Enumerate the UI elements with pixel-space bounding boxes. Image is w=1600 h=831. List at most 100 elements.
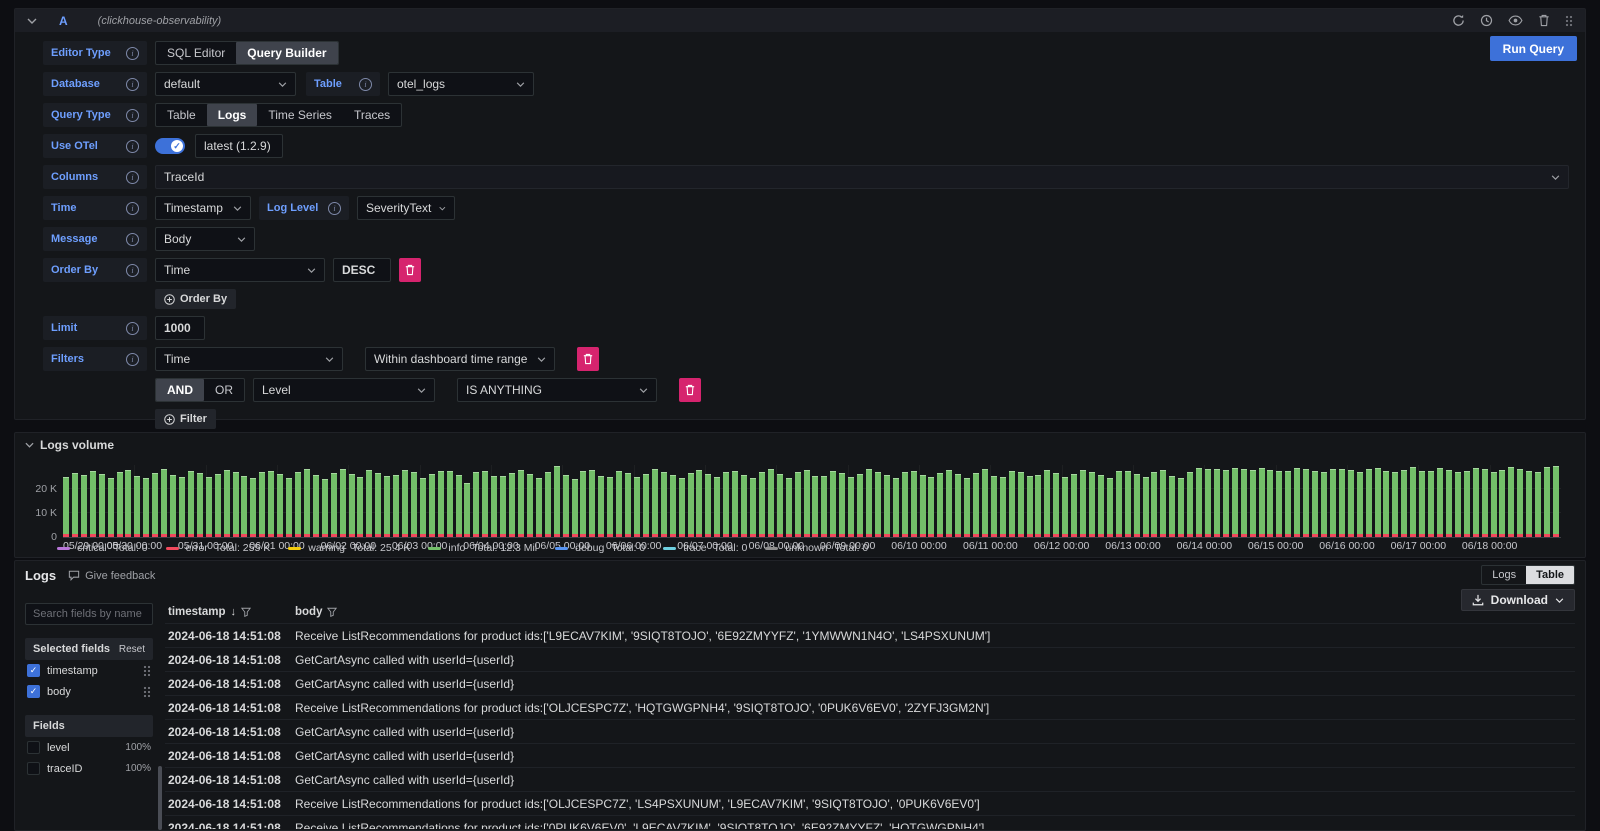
volume-bar	[1410, 467, 1416, 537]
table-row[interactable]: 2024-06-18 14:51:08 Receive ListRecommen…	[165, 791, 1575, 815]
drag-handle-icon[interactable]	[1565, 15, 1573, 27]
legend-item[interactable]: trace Total: 0	[663, 542, 747, 554]
reset-button[interactable]: Reset	[119, 644, 145, 655]
query-row-header[interactable]: A (clickhouse-observability)	[15, 9, 1585, 32]
filter1-field-select[interactable]: Time	[155, 347, 343, 371]
remove-order-by-button[interactable]	[399, 258, 421, 282]
legend-item[interactable]: warning Total: 25.4 K	[288, 542, 410, 554]
bars	[63, 465, 1561, 537]
logs-volume-chart[interactable]	[63, 465, 1561, 538]
drag-handle-icon[interactable]	[143, 665, 151, 677]
table-row[interactable]: 2024-06-18 14:51:08 GetCartAsync called …	[165, 767, 1575, 791]
table-select[interactable]: otel_logs	[388, 72, 534, 96]
body-column-header[interactable]: body	[291, 606, 1575, 618]
database-select[interactable]: default	[155, 72, 296, 96]
editor-type-option-sql[interactable]: SQL Editor	[156, 42, 236, 64]
add-filter-button[interactable]: Filter	[155, 409, 216, 429]
table-row[interactable]: 2024-06-18 14:51:08 Receive ListRecommen…	[165, 815, 1575, 829]
x-axis-tick: 06/11 00:00	[963, 540, 1018, 552]
columns-multiselect[interactable]: TraceId	[155, 165, 1569, 189]
checkbox-unchecked[interactable]	[27, 741, 40, 754]
volume-bar	[518, 470, 524, 537]
give-feedback-link[interactable]: Give feedback	[68, 570, 155, 582]
editor-type-option-builder[interactable]: Query Builder	[236, 42, 337, 64]
info-icon[interactable]: i	[126, 109, 139, 122]
legend-item[interactable]: debug Total: 0	[555, 542, 645, 554]
view-option-table[interactable]: Table	[1526, 566, 1574, 584]
legend-item[interactable]: unknown Total: 0	[765, 542, 868, 554]
refresh-icon[interactable]	[1452, 14, 1465, 27]
volume-bar	[955, 474, 961, 537]
remove-filter1-button[interactable]	[577, 347, 599, 371]
table-row[interactable]: 2024-06-18 14:51:08 Receive ListRecommen…	[165, 623, 1575, 647]
legend-item[interactable]: critical Total: 0	[57, 542, 148, 554]
volume-bar	[625, 473, 631, 537]
logic-option-or[interactable]: OR	[204, 379, 244, 401]
legend-item[interactable]: error Total: 255 K	[166, 542, 271, 554]
history-icon[interactable]	[1480, 14, 1493, 27]
add-order-by-button[interactable]: Order By	[155, 289, 236, 309]
field-row[interactable]: traceID 100%	[25, 758, 153, 779]
log-level-column-select[interactable]: SeverityText	[357, 196, 455, 220]
query-type-option-traces[interactable]: Traces	[343, 104, 401, 126]
table-row[interactable]: 2024-06-18 14:51:08 GetCartAsync called …	[165, 671, 1575, 695]
remove-filter2-button[interactable]	[679, 378, 701, 402]
info-icon[interactable]: i	[126, 47, 139, 60]
use-otel-toggle[interactable]: ✓	[155, 138, 185, 154]
otel-version-select[interactable]: latest (1.2.9)	[195, 134, 283, 158]
info-icon[interactable]: i	[359, 78, 372, 91]
table-row[interactable]: 2024-06-18 14:51:08 Receive ListRecommen…	[165, 695, 1575, 719]
checkbox-checked[interactable]: ✓	[27, 664, 40, 677]
scrollbar-thumb[interactable]	[158, 766, 162, 830]
filter1-operator-select[interactable]: Within dashboard time range	[365, 347, 555, 371]
table-row[interactable]: 2024-06-18 14:51:08 GetCartAsync called …	[165, 719, 1575, 743]
eye-icon[interactable]	[1508, 15, 1523, 26]
checkbox-unchecked[interactable]	[27, 762, 40, 775]
info-icon[interactable]: i	[126, 140, 139, 153]
timestamp-column-header[interactable]: timestamp ↓	[165, 606, 291, 618]
info-icon[interactable]: i	[126, 322, 139, 335]
filter-funnel-icon[interactable]	[241, 607, 251, 617]
limit-input[interactable]: 1000	[155, 316, 205, 340]
order-by-field-select[interactable]: Time	[155, 258, 325, 282]
filter-funnel-icon[interactable]	[327, 607, 337, 617]
trash-icon[interactable]	[1538, 14, 1550, 27]
logic-option-and[interactable]: AND	[156, 379, 204, 401]
legend-item[interactable]: info Total: 12.3 Mil	[428, 542, 537, 554]
info-icon[interactable]: i	[328, 202, 341, 215]
filter2-operator-select[interactable]: IS ANYTHING	[457, 378, 657, 402]
info-icon[interactable]: i	[126, 171, 139, 184]
y-axis-tick: 20 K	[15, 483, 57, 495]
drag-handle-icon[interactable]	[143, 686, 151, 698]
selected-field-row[interactable]: ✓ body	[25, 681, 153, 702]
query-type-option-logs[interactable]: Logs	[207, 104, 258, 126]
order-by-row: Order By i Time DESC	[43, 258, 1569, 282]
order-by-direction-select[interactable]: DESC	[333, 258, 391, 282]
info-icon[interactable]: i	[126, 78, 139, 91]
view-option-logs[interactable]: Logs	[1482, 566, 1526, 584]
chevron-down-icon[interactable]	[27, 18, 37, 24]
logs-volume-header[interactable]: Logs volume	[15, 433, 1585, 452]
info-icon[interactable]: i	[126, 353, 139, 366]
selected-field-row[interactable]: ✓ timestamp	[25, 660, 153, 681]
info-icon[interactable]: i	[126, 233, 139, 246]
query-type-option-timeseries[interactable]: Time Series	[257, 104, 343, 126]
volume-bar	[1232, 468, 1238, 537]
sort-desc-icon[interactable]: ↓	[231, 606, 237, 618]
message-column-select[interactable]: Body	[155, 227, 255, 251]
checkbox-checked[interactable]: ✓	[27, 685, 40, 698]
table-row[interactable]: 2024-06-18 14:51:08 GetCartAsync called …	[165, 743, 1575, 767]
info-icon[interactable]: i	[126, 202, 139, 215]
time-column-select[interactable]: Timestamp	[155, 196, 251, 220]
volume-bar	[1357, 472, 1363, 537]
table-row[interactable]: 2024-06-18 14:51:08 GetCartAsync called …	[165, 647, 1575, 671]
filter2-field-select[interactable]: Level	[253, 378, 435, 402]
database-label-chip: Database i	[43, 72, 147, 96]
query-type-option-table[interactable]: Table	[156, 104, 207, 126]
volume-bar	[1339, 469, 1345, 537]
info-icon[interactable]: i	[126, 264, 139, 277]
field-row[interactable]: level 100%	[25, 737, 153, 758]
run-query-button[interactable]: Run Query	[1490, 36, 1577, 61]
search-fields-input[interactable]	[25, 603, 153, 625]
legend-swatch	[765, 547, 778, 550]
